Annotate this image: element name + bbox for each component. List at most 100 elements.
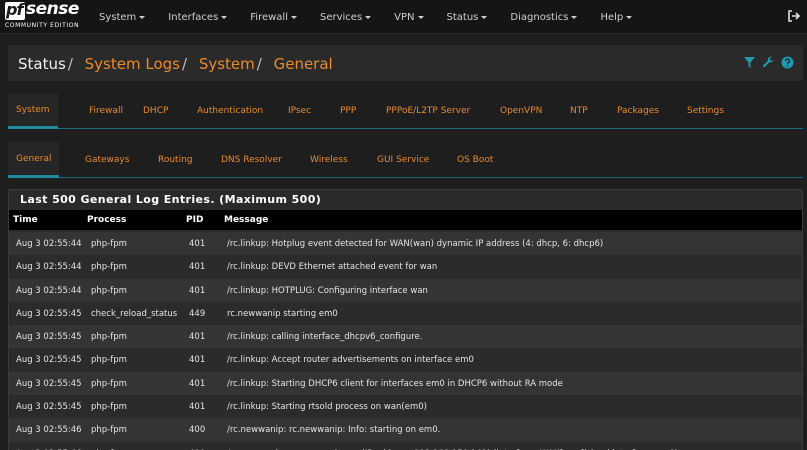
log-message: /rc.linkup: DEVD Ethernet attached event…: [227, 262, 438, 273]
breadcrumb-actions: [743, 56, 794, 69]
breadcrumb-system-logs[interactable]: System Logs: [85, 55, 180, 73]
log-process: check_reload_status: [91, 308, 178, 319]
tab-packages[interactable]: Packages: [609, 93, 667, 129]
subtab-gui-service[interactable]: GUI Service: [369, 142, 437, 178]
tab-settings[interactable]: Settings: [679, 93, 732, 129]
log-process: php-fpm: [91, 425, 127, 436]
tab-authentication[interactable]: Authentication: [189, 93, 271, 129]
log-message: /rc.linkup: Hotplug event detected for W…: [227, 239, 604, 249]
panel-title: Last 500 General Log Entries. (Maximum 5…: [20, 193, 322, 206]
tab-label: Packages: [617, 106, 659, 116]
menu-label: Interfaces: [168, 11, 219, 23]
subtab-gateways[interactable]: Gateways: [77, 142, 137, 178]
caret-down-icon: [481, 15, 488, 19]
column-time[interactable]: Time: [13, 215, 38, 225]
tab-label: Wireless: [310, 155, 348, 165]
tab-label: Firewall: [89, 106, 123, 116]
log-pid: 401: [189, 402, 206, 413]
log-process: php-fpm: [91, 262, 127, 273]
table-body: Aug 3 02:55:44 php-fpm 401/rc.linkup: Hotp…: [9, 232, 802, 450]
log-pid: 449: [189, 308, 206, 319]
wrench-icon[interactable]: [762, 56, 775, 69]
system-log-subtabs: General Gateways Routing DNS Resolver Wi…: [8, 142, 803, 178]
subtab-routing[interactable]: Routing: [150, 142, 201, 178]
caret-down-icon: [221, 15, 228, 19]
table-row: Aug 3 02:55:46php-fpm400/rc.newwanip: rc…: [9, 418, 802, 442]
tab-label: PPPoE/L2TP Server: [386, 106, 471, 116]
pfsense-logo[interactable]: pf sense COMMUNITY EDITION: [5, 0, 85, 32]
menu-label: Help: [600, 11, 624, 23]
menu-diagnostics[interactable]: Diagnostics: [503, 0, 584, 34]
tab-label: OpenVPN: [500, 106, 543, 116]
table-row: Aug 3 02:55:45 check_reload_status 449 rc.n…: [9, 301, 802, 326]
column-pid[interactable]: PID: [186, 215, 203, 225]
log-message: /rc.linkup: calling interface_dhcpv6_con…: [227, 332, 423, 343]
log-pid: 401: [189, 355, 206, 366]
tab-ntp[interactable]: NTP: [562, 93, 596, 129]
tab-openvpn[interactable]: OpenVPN: [492, 93, 550, 129]
caret-down-icon: [626, 15, 633, 19]
log-message: /rc.linkup: Starting DHCP6 client for in…: [227, 378, 563, 389]
caret-down-icon: [139, 15, 146, 19]
tab-label: GUI Service: [377, 155, 430, 165]
table-row: Aug 3 02:55:45 php-fpm 401/rc.linkup: Star…: [9, 371, 802, 396]
log-pid: 401: [189, 332, 206, 343]
filter-icon[interactable]: [743, 56, 756, 69]
tab-firewall[interactable]: Firewall: [81, 93, 131, 129]
breadcrumb-bar: Status / System Logs / System / General: [8, 45, 803, 81]
menu-firewall[interactable]: Firewall: [243, 0, 304, 34]
log-message: /rc.linkup: HOTPLUG: Configuring interfa…: [227, 285, 428, 296]
table-row: Aug 3 02:55:46php-fpm400/rc.newwanip: rc…: [9, 441, 802, 450]
tab-label: General: [16, 153, 52, 164]
tab-ppp[interactable]: PPP: [332, 93, 364, 129]
menu-help[interactable]: Help: [593, 0, 639, 34]
log-time: Aug 3 02:55:45: [16, 308, 82, 319]
main-menu: System Interfaces Firewall Services VPN …: [92, 0, 648, 34]
column-message[interactable]: Message: [224, 215, 794, 225]
tab-dhcp[interactable]: DHCP: [135, 93, 176, 129]
menu-label: Diagnostics: [510, 11, 569, 23]
subtab-wireless[interactable]: Wireless: [302, 142, 356, 178]
subtab-general[interactable]: General: [8, 142, 60, 178]
menu-status[interactable]: Status: [440, 0, 495, 34]
log-time: Aug 3 02:55:45: [16, 332, 82, 343]
tab-label: NTP: [570, 106, 588, 116]
breadcrumb-system[interactable]: System: [199, 55, 255, 73]
breadcrumb: Status / System Logs / System / General: [18, 55, 333, 73]
menu-services[interactable]: Services: [313, 0, 378, 34]
subtab-dns-resolver[interactable]: DNS Resolver: [213, 142, 290, 178]
tab-label: System: [16, 104, 50, 115]
sign-out-icon[interactable]: [787, 9, 801, 23]
tab-label: DHCP: [143, 106, 169, 116]
log-process: php-fpm: [91, 239, 127, 249]
breadcrumb-separator: /: [181, 55, 188, 73]
log-pid: 401: [189, 285, 206, 296]
log-category-tabs: System Firewall DHCP Authentication IPse…: [8, 93, 803, 129]
tab-pppoe-l2tp-server[interactable]: PPPoE/L2TP Server: [378, 93, 478, 129]
menu-label: Status: [446, 11, 479, 23]
table-row: Aug 3 02:55:45 php-fpm 401/rc.linkup: call…: [9, 325, 802, 349]
log-time: Aug 3 02:55:45: [16, 378, 82, 389]
breadcrumb-separator: /: [67, 55, 73, 73]
table-row: Aug 3 02:55:45 php-fpm 401/rc.linkup: Acce…: [9, 348, 802, 372]
log-pid: 401: [189, 262, 206, 273]
log-panel: Last 500 General Log Entries. (Maximum 5…: [8, 189, 803, 450]
log-process: php-fpm: [91, 332, 127, 343]
tab-system[interactable]: System: [8, 93, 58, 129]
log-time: Aug 3 02:55:44: [16, 285, 82, 296]
log-message: /rc.newwanip: rc.newwanip: Info: startin…: [227, 425, 441, 436]
tab-ipsec[interactable]: IPsec: [280, 93, 319, 129]
log-message: /rc.linkup: Starting rtsold process on w…: [227, 402, 427, 413]
log-process: php-fpm: [91, 285, 127, 296]
log-process: php-fpm: [91, 378, 127, 389]
log-pid: 401: [189, 378, 206, 389]
breadcrumb-general[interactable]: General: [274, 55, 333, 73]
menu-vpn[interactable]: VPN: [387, 0, 430, 34]
menu-interfaces[interactable]: Interfaces: [161, 0, 234, 34]
menu-system[interactable]: System: [92, 0, 152, 34]
table-row: Aug 3 02:55:44 php-fpm 401/rc.linkup: HOTP…: [9, 278, 802, 302]
subtab-os-boot[interactable]: OS Boot: [449, 142, 501, 178]
log-pid: 400: [189, 425, 206, 436]
help-icon[interactable]: [781, 56, 794, 69]
column-process[interactable]: Process: [87, 215, 126, 225]
